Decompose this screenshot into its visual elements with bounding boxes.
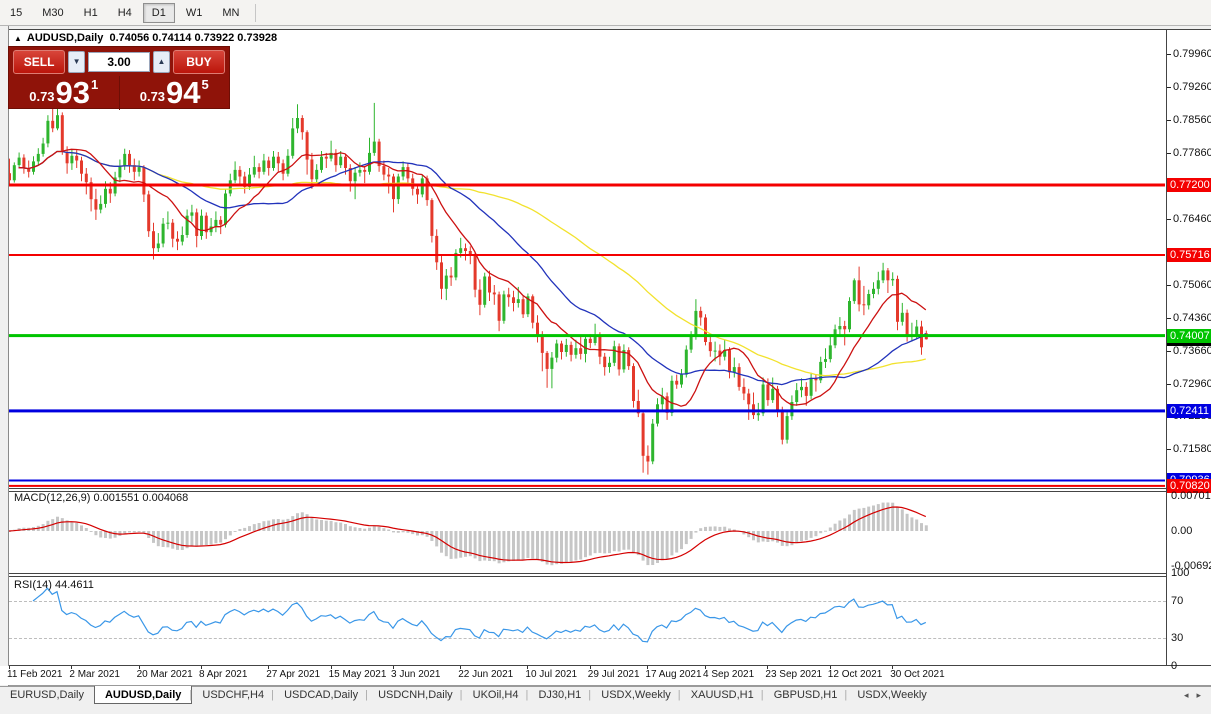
tab-scroll-controls: ◂ ▸ [1184, 687, 1211, 704]
rsi-axis-0: 0 [1171, 659, 1178, 672]
sell-price: 0.73 93 1 [9, 76, 119, 110]
rsi-axis-70: 70 [1171, 595, 1184, 607]
hline-0.70820[interactable] [9, 484, 1165, 487]
price-axis: 0.79960 0.79260 0.78560 0.77860 0.76460 0.750… [1167, 29, 1211, 672]
candles-layer [8, 102, 928, 475]
sell-button[interactable]: SELL [13, 50, 66, 74]
symbol-name: AUDUSD,Daily [26, 32, 104, 44]
chart-tab-DJ30-H1[interactable]: DJ30,H1 [525, 687, 591, 704]
rsi-axis-30: 30 [1171, 632, 1184, 644]
price-tick-0.76460: 0.76460 [1167, 212, 1211, 225]
window-left-edge [0, 26, 9, 686]
buy-price-prefix: 0.73 [139, 89, 166, 104]
hline-0.70936[interactable] [9, 479, 1165, 482]
volume-decrease-button[interactable]: ▼ [68, 51, 85, 73]
buy-button[interactable]: BUY [172, 50, 225, 74]
date-label: 22 Jun 2021 [458, 669, 514, 680]
price-tick-0.77860: 0.77860 [1167, 146, 1211, 159]
price-tick-0.75060: 0.75060 [1167, 278, 1211, 291]
price-tick-0.71580: 0.71580 [1167, 443, 1211, 456]
macd-axis-0.007015: 0.007015 [1171, 489, 1211, 502]
macd-axis-0.00: 0.00 [1171, 525, 1193, 537]
date-label: 15 May 2021 [328, 669, 387, 680]
date-label: 17 Aug 2021 [645, 669, 702, 680]
level-price-label-0.72411: 0.72411 [1167, 403, 1211, 418]
date-label: 2 Mar 2021 [69, 669, 120, 680]
date-label: 29 Jul 2021 [587, 669, 640, 680]
hline-0.72411[interactable] [9, 409, 1165, 413]
status-strip [0, 703, 1211, 714]
price-tick-0.74360: 0.74360 [1167, 311, 1211, 324]
volume-increase-button[interactable]: ▲ [153, 51, 170, 73]
buy-price-pip: 5 [201, 77, 209, 92]
price-tick-0.79260: 0.79260 [1167, 80, 1211, 93]
date-label: 4 Sep 2021 [703, 669, 755, 680]
hline-0.74007[interactable] [9, 334, 1165, 338]
chart-tab-USDCNH-Daily[interactable]: USDCNH,Daily [365, 687, 463, 704]
chart-tab-AUDUSD-Daily[interactable]: AUDUSD,Daily [93, 686, 193, 704]
bid-ask-display: 0.73 93 1 0.73 94 5 [9, 76, 229, 110]
chart-tab-XAUUSD-H1[interactable]: XAUUSD,H1 [678, 687, 764, 704]
rsi-axis-100: 100 [1171, 567, 1190, 580]
chart-tab-EURUSD-Daily[interactable]: EURUSD,Daily [0, 687, 94, 704]
chart-tab-UKOil-H4[interactable]: UKOil,H4 [460, 687, 529, 704]
date-label: 8 Apr 2021 [199, 669, 248, 680]
buy-price: 0.73 94 5 [120, 76, 230, 110]
chart-tab-bar: EURUSD,DailyAUDUSD,DailyUSDCHF,H4USDCAD,… [0, 686, 1211, 704]
trading-platform-window: 15 M30 H1 H4 D1 W1 MN 0.79960 0.79260 0.78560 0.7… [0, 0, 1211, 714]
level-price-label-0.75716: 0.75716 [1167, 248, 1211, 262]
tab-scroll-right-icon[interactable]: ▸ [1196, 690, 1201, 701]
price-tick-0.72960: 0.72960 [1167, 378, 1211, 390]
trade-panel-controls: SELL ▼ ▲ BUY [9, 47, 229, 76]
date-label: 11 Feb 2021 [7, 669, 63, 680]
sell-price-main: 93 [55, 75, 91, 110]
date-label: 27 Apr 2021 [266, 669, 321, 680]
buy-price-main: 94 [166, 75, 201, 110]
symbol-header: ▲ AUDUSD,Daily 0.74056 0.74114 0.73922 0.… [14, 32, 277, 44]
price-tick-0.79960: 0.79960 [1167, 47, 1211, 60]
hline-0.77200[interactable] [9, 183, 1165, 187]
chart-tab-USDX-Weekly[interactable]: USDX,Weekly [844, 687, 936, 704]
price-tick-0.78560: 0.78560 [1167, 113, 1211, 126]
sell-price-pip: 1 [91, 77, 99, 92]
level-price-label-0.74007: 0.74007 [1167, 328, 1211, 343]
chart-tab-USDCAD-Daily[interactable]: USDCAD,Daily [271, 687, 368, 704]
date-label: 12 Oct 2021 [827, 669, 883, 680]
date-axis[interactable]: 11 Feb 2021 2 Mar 2021 20 Mar 2021 8 Apr 20… [0, 666, 1211, 685]
level-price-label-0.77200: 0.77200 [1167, 178, 1211, 192]
date-label: 20 Mar 2021 [136, 669, 193, 680]
chart-tab-GBPUSD-H1[interactable]: GBPUSD,H1 [761, 687, 848, 704]
chart-tab-USDCHF-H4[interactable]: USDCHF,H4 [189, 687, 274, 704]
rsi-indicator-title: RSI(14) 44.4611 [14, 579, 94, 591]
hline-0.75716[interactable] [9, 254, 1165, 256]
date-label: 10 Jul 2021 [525, 669, 578, 680]
collapse-panel-icon[interactable]: ▲ [14, 34, 22, 43]
sell-price-prefix: 0.73 [29, 89, 55, 104]
macd-indicator-title: MACD(12,26,9) 0.001551 0.004068 [14, 492, 189, 504]
date-label: 23 Sep 2021 [765, 669, 823, 680]
ma-fast-line [18, 148, 927, 407]
chart-tab-USDX-Weekly[interactable]: USDX,Weekly [588, 687, 680, 704]
ohlc-values: 0.74056 0.74114 0.73922 0.73928 [109, 32, 278, 44]
date-label: 3 Jun 2021 [391, 669, 441, 680]
volume-input[interactable] [88, 52, 150, 72]
date-label: 30 Oct 2021 [890, 669, 945, 680]
price-tick-0.73660: 0.73660 [1167, 344, 1211, 357]
rsi-line [32, 587, 927, 643]
tab-scroll-left-icon[interactable]: ◂ [1184, 690, 1189, 701]
one-click-trade-panel: SELL ▼ ▲ BUY 0.73 93 1 0.73 94 5 [8, 46, 230, 110]
